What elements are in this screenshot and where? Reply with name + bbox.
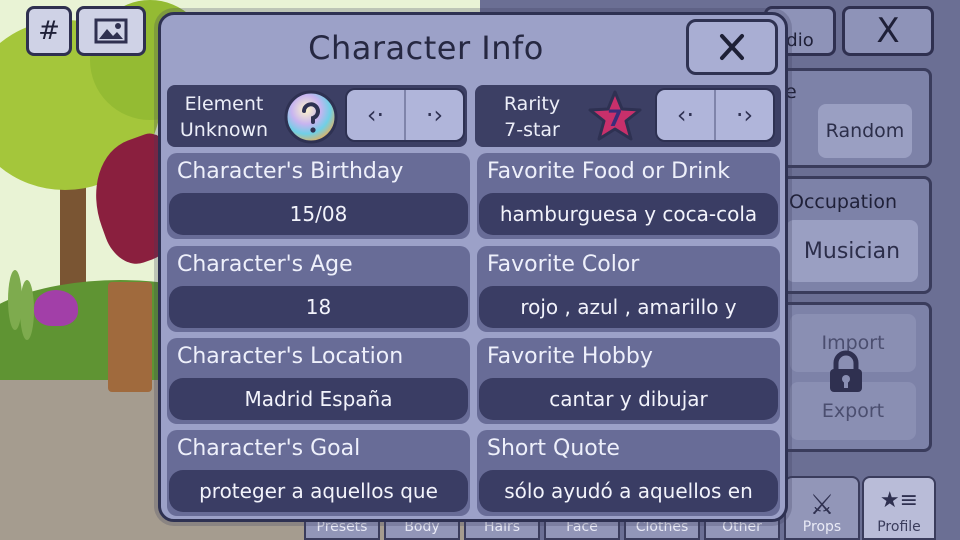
editor-close-button[interactable]: X	[842, 6, 934, 56]
background-image-button[interactable]	[76, 6, 146, 56]
dialog-title: Character Info	[308, 29, 544, 67]
element-value: Unknown	[179, 119, 269, 141]
field-label: Character's Location	[177, 344, 404, 369]
short-quote-input[interactable]: sólo ayudó a aquellos en	[479, 470, 778, 512]
grid-toggle-button[interactable]: #	[26, 6, 72, 56]
close-icon	[720, 34, 744, 60]
tab-profile[interactable]: ★≡ Profile	[862, 476, 936, 540]
element-selector: Element Unknown ‹· ·›	[167, 85, 467, 147]
rarity-value: 7-star	[504, 119, 560, 141]
lock-icon	[830, 350, 862, 392]
plant	[20, 280, 34, 340]
field-label: Character's Goal	[177, 436, 361, 461]
goal-input[interactable]: proteger a aquellos que	[169, 470, 468, 512]
field-label: Favorite Food or Drink	[487, 159, 730, 184]
favorite-color-input[interactable]: rojo , azul , amarillo y	[479, 286, 778, 328]
rarity-selector: Rarity 7-star 7 ‹· ·›	[475, 85, 781, 147]
rarity-next-button[interactable]: ·›	[714, 90, 773, 140]
favorite-hobby-field: Favorite Hobby cantar y dibujar	[477, 338, 780, 424]
flower	[34, 290, 78, 326]
character-info-dialog: Character Info Element Unknown ‹· ·› Rar…	[158, 12, 788, 522]
birthday-input[interactable]: 15/08	[169, 193, 468, 235]
bench	[108, 282, 152, 392]
question-orb-icon	[284, 90, 338, 144]
tab-props[interactable]: ⚔ Props	[784, 476, 860, 540]
field-label: Short Quote	[487, 436, 620, 461]
random-label: Random	[825, 120, 905, 142]
occupation-value: Musician	[803, 238, 901, 264]
dialog-close-button[interactable]	[686, 19, 778, 75]
element-label-line1: Element	[184, 93, 264, 115]
studio-label: dio	[786, 30, 814, 51]
rarity-label-line1: Rarity	[503, 93, 561, 115]
goal-field: Character's Goal proteger a aquellos que	[167, 430, 470, 516]
rarity-label: Rarity 7-star	[481, 91, 583, 143]
element-prev-button[interactable]: ‹·	[347, 90, 404, 140]
field-label: Favorite Color	[487, 252, 640, 277]
location-input[interactable]: Madrid España	[169, 378, 468, 420]
birthday-field: Character's Birthday 15/08	[167, 153, 470, 239]
field-label: Character's Age	[177, 252, 353, 277]
favorite-hobby-input[interactable]: cantar y dibujar	[479, 378, 778, 420]
star-list-icon: ★≡	[879, 488, 919, 513]
occupation-label: Occupation	[789, 191, 897, 213]
star-icon: 7	[588, 90, 642, 141]
rarity-arrows: ‹· ·›	[655, 88, 775, 142]
favorite-color-field: Favorite Color rojo , azul , amarillo y	[477, 246, 780, 332]
hash-icon: #	[38, 16, 60, 46]
short-quote-field: Short Quote sólo ayudó a aquellos en	[477, 430, 780, 516]
rarity-prev-button[interactable]: ‹·	[657, 90, 714, 140]
field-label: Favorite Hobby	[487, 344, 653, 369]
tab-label: Props	[802, 519, 842, 535]
occupation-field[interactable]: Musician	[786, 220, 918, 282]
random-button[interactable]: Random	[818, 104, 912, 158]
sword-icon: ⚔	[809, 488, 835, 521]
field-label: Character's Birthday	[177, 159, 404, 184]
age-field: Character's Age 18	[167, 246, 470, 332]
element-arrows: ‹· ·›	[345, 88, 465, 142]
rarity-star-number: 7	[607, 107, 622, 132]
age-input[interactable]: 18	[169, 286, 468, 328]
element-next-button[interactable]: ·›	[404, 90, 463, 140]
location-field: Character's Location Madrid España	[167, 338, 470, 424]
element-label: Element Unknown	[173, 91, 275, 143]
export-label: Export	[821, 400, 885, 422]
favorite-food-input[interactable]: hamburguesa y coca-cola	[479, 193, 778, 235]
close-icon: X	[876, 11, 900, 51]
tab-label: Profile	[877, 519, 921, 535]
favorite-food-field: Favorite Food or Drink hamburguesa y coc…	[477, 153, 780, 239]
image-icon	[94, 18, 128, 44]
